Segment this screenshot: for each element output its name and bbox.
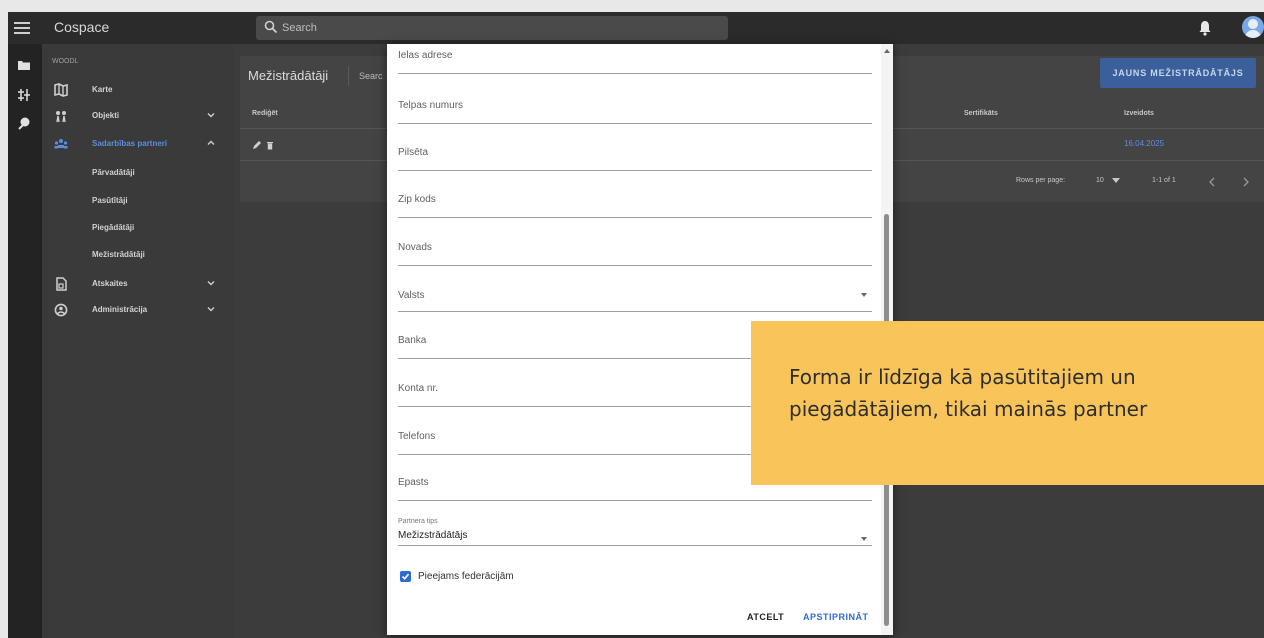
caret-down-icon[interactable] [1112, 178, 1120, 184]
chevron-up-icon [207, 140, 215, 145]
reports-icon [56, 277, 67, 291]
sidebar-item-label: Administrācija [92, 305, 148, 314]
sidebar-item-label: Karte [92, 85, 113, 94]
field-label: Konta nr. [398, 383, 439, 394]
county-field[interactable]: Novads [398, 236, 872, 266]
check-icon [401, 573, 410, 580]
menu-icon[interactable] [14, 20, 30, 36]
city-field[interactable]: Pilsēta [398, 141, 872, 171]
map-icon [54, 83, 68, 97]
sidebar-item-administracija[interactable]: Administrācija [42, 300, 234, 320]
column-header-created[interactable]: Izveidots [1124, 110, 1154, 117]
page-title: Mežistrādātāji [248, 68, 329, 83]
federation-checkbox[interactable] [400, 571, 411, 582]
sidebar: WOODL Karte Objekti Sadarbības partneri … [42, 44, 234, 638]
chevron-down-icon [207, 281, 215, 286]
zip-code-field[interactable]: Zip kods [398, 188, 872, 218]
field-label: Epasts [398, 477, 429, 488]
new-button[interactable]: JAUNS MEŽISTRĀDĀTĀJS [1100, 58, 1256, 88]
sidebar-subitem-pasutitaji[interactable]: Pasūtītāji [92, 196, 128, 205]
app-bar: Cospace [8, 12, 1264, 44]
scroll-up-arrow[interactable] [884, 49, 890, 53]
organization-label: WOODL [52, 58, 79, 65]
global-search[interactable] [256, 16, 728, 40]
caret-down-icon [861, 537, 867, 541]
search-icon [264, 20, 278, 34]
country-select[interactable]: Valsts [398, 282, 872, 312]
checkbox-label: Pieejams federācijām [418, 571, 514, 582]
room-number-field[interactable]: Telpas numurs [398, 94, 872, 124]
avatar[interactable] [1242, 16, 1264, 38]
sidebar-item-objekti[interactable]: Objekti [42, 106, 234, 126]
app-title: Cospace [54, 19, 110, 35]
sidebar-item-label: Atskaites [92, 279, 128, 288]
sidebar-item-sadarbibas-partneri[interactable]: Sadarbības partneri [42, 134, 234, 154]
field-label: Telefons [398, 431, 436, 442]
sidebar-item-label: Sadarbības partneri [92, 139, 168, 148]
trash-icon[interactable] [266, 140, 274, 150]
street-address-field[interactable]: Ielas adrese [398, 44, 872, 74]
window-frame [0, 0, 1264, 12]
sidebar-subitem-mezistradataji[interactable]: Mežistrādātāji [92, 250, 145, 259]
tree-icon[interactable] [17, 88, 31, 102]
sidebar-subitem-parvadataji[interactable]: Pārvadātāji [92, 168, 135, 177]
field-label: Novads [398, 242, 432, 253]
left-rail [8, 44, 42, 638]
caret-down-icon [861, 293, 867, 297]
chevron-down-icon [207, 307, 215, 312]
partner-type-label: Partnera tips [398, 518, 438, 525]
search-input[interactable] [282, 16, 712, 40]
bell-icon[interactable] [1198, 20, 1212, 36]
account-circle-icon [54, 303, 68, 317]
chevron-left-icon[interactable] [1208, 177, 1216, 187]
field-label: Zip kods [398, 194, 436, 205]
pagination-range: 1-1 of 1 [1152, 177, 1176, 184]
created-date: 16.04.2025 [1124, 139, 1165, 148]
annotation-callout: Forma ir līdzīga kā pasūtitajiem un piegā… [751, 321, 1264, 485]
callout-line-1: Forma ir līdzīga kā pasūtitajiem un [789, 365, 1136, 389]
sidebar-item-label: Objekti [92, 111, 120, 120]
field-label: Banka [398, 335, 427, 346]
table-row [252, 140, 276, 150]
field-label: Ielas adrese [398, 50, 453, 61]
partners-icon [54, 139, 68, 149]
table-search-field[interactable]: Searc [348, 66, 388, 86]
partner-type-value[interactable]: Mežizstrādātājs [398, 530, 467, 541]
rows-per-page-label: Rows per page: [1016, 177, 1066, 184]
partner-type-select[interactable] [398, 516, 872, 546]
cancel-button[interactable]: ATCELT [747, 612, 784, 622]
pencil-icon[interactable] [252, 140, 262, 150]
folder-icon[interactable] [17, 58, 31, 72]
chevron-right-icon[interactable] [1242, 177, 1250, 187]
callout-line-2: piegādātājiem, tikai mainās partner [789, 397, 1148, 421]
objects-icon [56, 111, 66, 123]
sidebar-subitem-piegadataji[interactable]: Piegādātāji [92, 223, 134, 232]
sidebar-item-atskaites[interactable]: Atskaites [42, 274, 234, 294]
column-header-certificate[interactable]: Sertifikāts [964, 110, 998, 117]
map-pin-icon[interactable] [17, 116, 31, 130]
field-label: Telpas numurs [398, 100, 464, 111]
confirm-button[interactable]: APSTIPRINĀT [803, 612, 869, 622]
rows-per-page-select[interactable]: 10 [1096, 177, 1104, 184]
sidebar-item-karte[interactable]: Karte [42, 80, 234, 100]
field-label: Valsts [398, 290, 425, 301]
column-header-edit[interactable]: Rediģēt [252, 110, 278, 117]
field-label: Pilsēta [398, 147, 429, 158]
chevron-down-icon [207, 113, 215, 118]
callout-text: Forma ir līdzīga kā pasūtitajiem un piegā… [789, 361, 1147, 425]
